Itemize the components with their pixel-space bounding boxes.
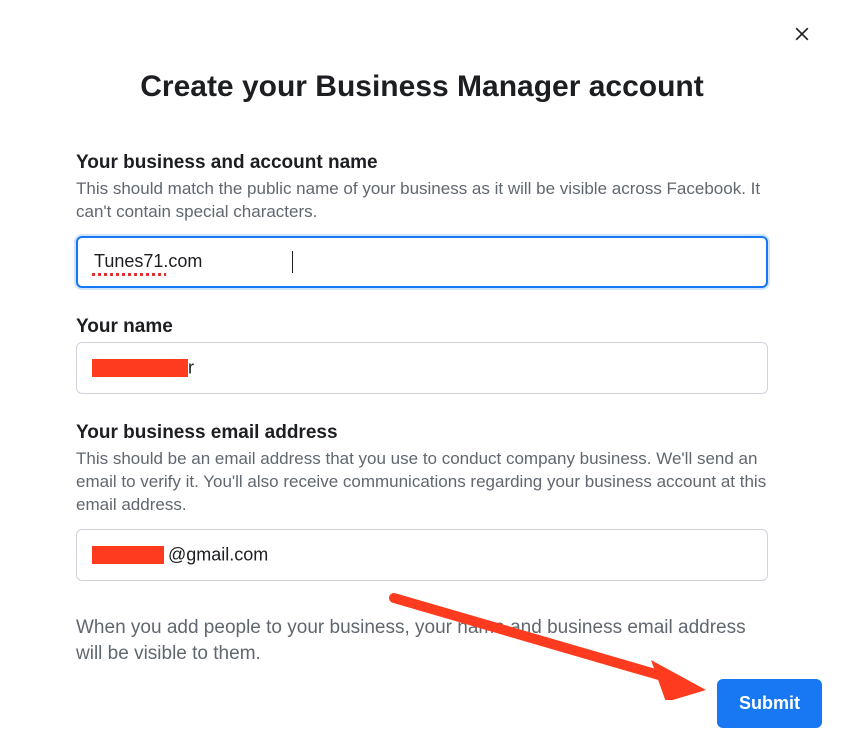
- business-name-input[interactable]: [76, 236, 768, 288]
- field-your-name: Your name r: [76, 316, 768, 394]
- text-caret: [292, 251, 293, 273]
- modal-body: Create your Business Manager account You…: [0, 0, 844, 668]
- field-business-name: Your business and account name This shou…: [76, 152, 768, 288]
- field-description-business-email: This should be an email address that you…: [76, 448, 768, 517]
- page-title: Create your Business Manager account: [76, 70, 768, 104]
- field-business-email: Your business email address This should …: [76, 422, 768, 581]
- spellcheck-underline: [92, 273, 166, 276]
- submit-button[interactable]: Submit: [717, 679, 822, 728]
- redaction-bar: [92, 359, 188, 377]
- close-button[interactable]: [790, 24, 814, 48]
- field-label-business-email: Your business email address: [76, 422, 768, 444]
- your-name-visible-suffix: r: [188, 357, 194, 378]
- redaction-bar: [92, 546, 164, 564]
- visibility-note: When you add people to your business, yo…: [76, 615, 768, 668]
- field-label-business-name: Your business and account name: [76, 152, 768, 174]
- business-email-visible-suffix: @gmail.com: [168, 544, 268, 565]
- field-label-your-name: Your name: [76, 316, 768, 338]
- field-description-business-name: This should match the public name of you…: [76, 178, 768, 224]
- close-icon: [792, 24, 812, 49]
